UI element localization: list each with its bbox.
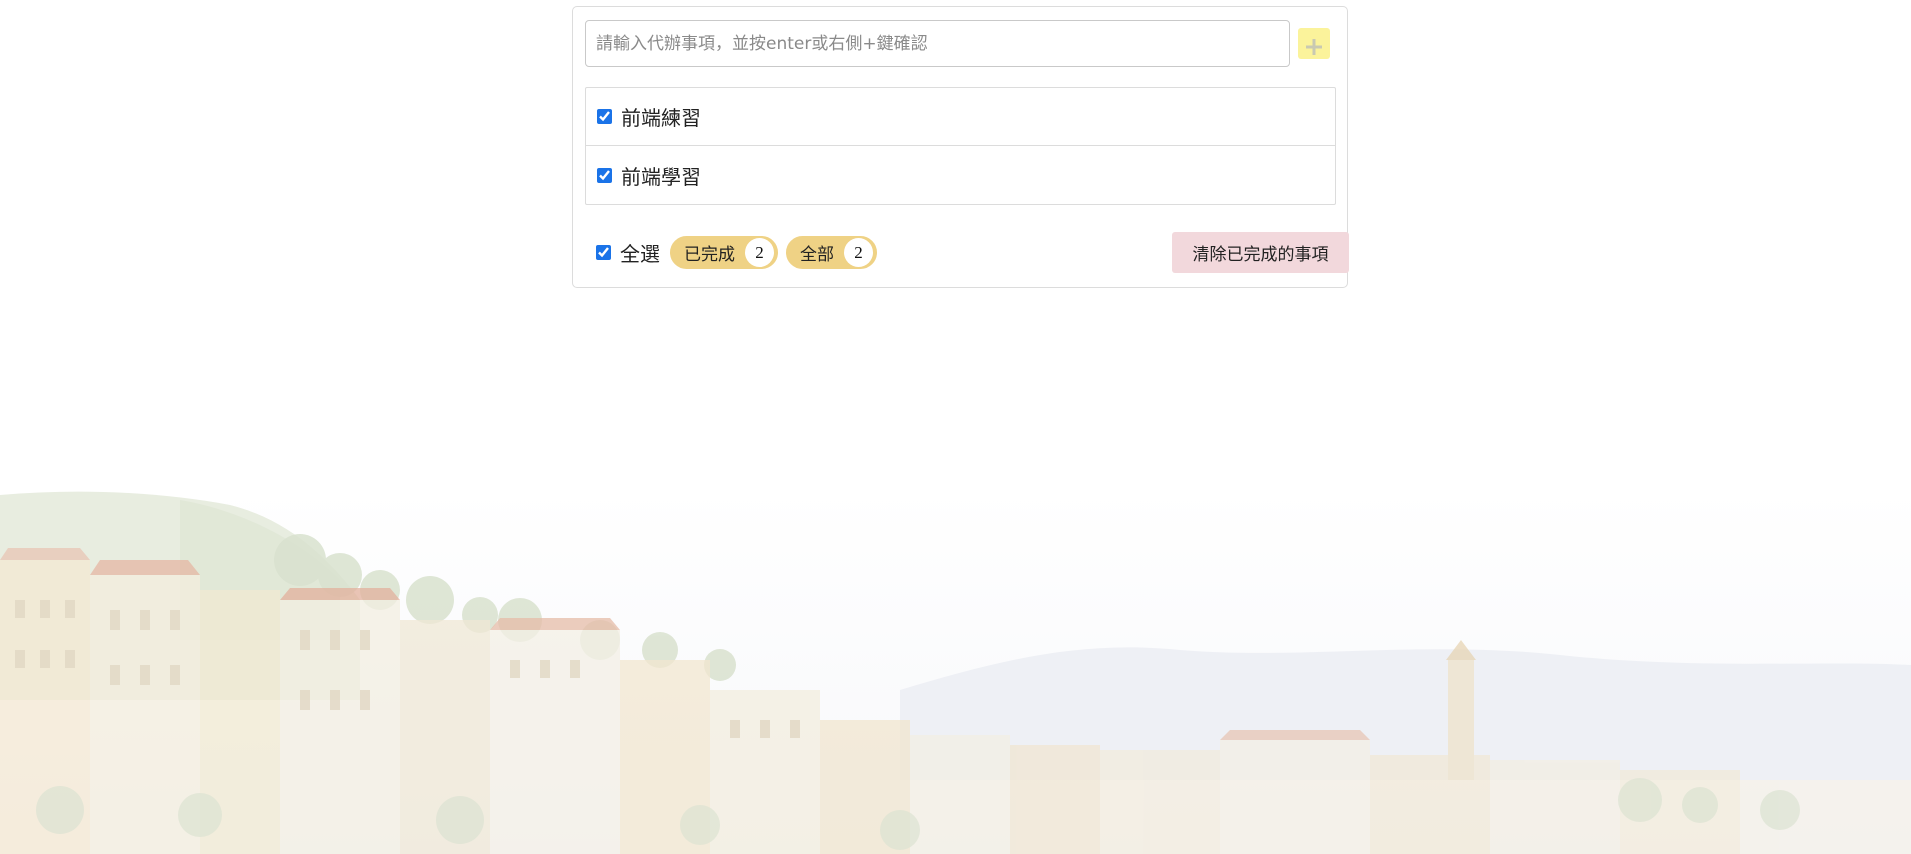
- todo-list: 前端練習 前端學習: [585, 87, 1336, 205]
- todo-input[interactable]: [585, 20, 1290, 67]
- todo-item-checkbox[interactable]: [597, 167, 612, 183]
- all-count-badge: 2: [844, 238, 873, 267]
- plus-icon: [1306, 39, 1322, 55]
- todo-item: 前端學習: [586, 146, 1335, 204]
- todo-item: 前端練習: [586, 88, 1335, 146]
- select-all-label: 全選: [620, 241, 660, 266]
- input-row: [585, 20, 1337, 68]
- todo-item-label: 前端學習: [621, 164, 701, 189]
- all-filter-button[interactable]: 全部 2: [786, 236, 877, 269]
- select-all-checkbox[interactable]: [596, 244, 611, 260]
- todo-card: 前端練習 前端學習 全選 已完成 2 全部 2 清除已完成的事項: [572, 6, 1349, 288]
- all-filter-label: 全部: [800, 245, 834, 265]
- select-all: 全選: [596, 231, 660, 273]
- todo-item-checkbox[interactable]: [597, 109, 612, 124]
- clear-completed-button[interactable]: 清除已完成的事項: [1172, 232, 1349, 273]
- completed-filter-button[interactable]: 已完成 2: [670, 236, 778, 269]
- footer-row: 全選 已完成 2 全部 2 清除已完成的事項: [585, 231, 1349, 273]
- completed-filter-label: 已完成: [684, 245, 735, 265]
- add-button[interactable]: [1298, 28, 1330, 59]
- completed-count-badge: 2: [745, 238, 774, 267]
- todo-item-label: 前端練習: [621, 106, 701, 130]
